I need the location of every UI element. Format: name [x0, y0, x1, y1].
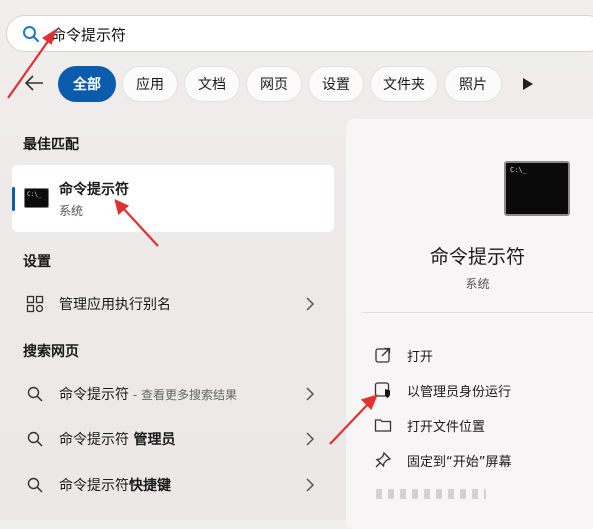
app-alias-settings-icon	[26, 295, 44, 313]
web-result-admin[interactable]: 命令提示符 管理员	[12, 419, 334, 459]
search-icon	[27, 431, 43, 447]
more-filters-icon[interactable]	[522, 77, 534, 91]
filter-chip-web[interactable]: 网页	[246, 66, 302, 102]
search-input[interactable]: 命令提示符	[51, 24, 126, 45]
details-subtitle: 系统	[465, 277, 490, 291]
web-result-bold: 快捷键	[129, 478, 171, 494]
details-pane: C:\_ 命令提示符 系统 打开 以管理员身份运行 打开文件位置 固定到“开始”…	[346, 119, 593, 529]
cut-off-action	[376, 489, 486, 499]
settings-heading: 设置	[23, 254, 51, 270]
open-external-icon	[375, 347, 391, 363]
web-search-heading: 搜索网页	[23, 344, 79, 360]
web-result-more[interactable]: 命令提示符 - 查看更多搜索结果	[12, 374, 334, 414]
details-divider	[362, 312, 593, 313]
filter-chip-apps[interactable]: 应用	[122, 66, 178, 102]
chevron-right-icon	[306, 432, 315, 446]
web-result-shortcut[interactable]: 命令提示符快捷键	[12, 465, 334, 505]
shield-admin-icon	[374, 382, 390, 398]
search-bar[interactable]: 命令提示符	[6, 15, 593, 52]
filter-chip-settings[interactable]: 设置	[308, 66, 364, 102]
action-label: 打开	[407, 350, 434, 365]
best-match-title: 命令提示符	[59, 182, 129, 198]
action-label: 打开文件位置	[407, 420, 486, 435]
web-result-label: 命令提示符 - 查看更多搜索结果	[59, 387, 237, 403]
details-title: 命令提示符	[429, 246, 525, 268]
action-label: 以管理员身份运行	[407, 385, 512, 400]
best-match-subtitle: 系统	[59, 204, 84, 218]
action-label: 固定到“开始”屏幕	[407, 455, 512, 470]
back-arrow-icon[interactable]	[23, 72, 45, 94]
command-prompt-app-icon: C:\_	[24, 188, 49, 208]
pin-icon	[375, 451, 392, 468]
web-result-label: 命令提示符 管理员	[59, 432, 176, 448]
search-icon	[27, 386, 43, 402]
best-match-card[interactable]: C:\_ 命令提示符 系统	[12, 165, 334, 232]
filter-chip-photos[interactable]: 照片	[444, 66, 502, 102]
filter-chip-folders[interactable]: 文件夹	[370, 66, 438, 102]
folder-icon	[374, 419, 392, 432]
settings-item-label: 管理应用执行别名	[59, 297, 171, 313]
chevron-right-icon	[306, 387, 315, 401]
action-open[interactable]: 打开	[374, 340, 593, 370]
search-icon	[23, 26, 40, 43]
filter-chip-documents[interactable]: 文档	[184, 66, 240, 102]
filter-chip-all[interactable]: 全部	[58, 66, 116, 102]
search-icon	[27, 477, 43, 493]
command-prompt-large-icon: C:\_	[504, 161, 570, 216]
chevron-right-icon	[306, 297, 315, 311]
filter-row: 全部 应用 文档 网页 设置 文件夹 照片	[0, 66, 593, 104]
web-result-hint: - 查看更多搜索结果	[129, 388, 237, 402]
action-open-file-location[interactable]: 打开文件位置	[374, 410, 593, 440]
web-result-bold: 管理员	[133, 432, 176, 448]
chevron-right-icon	[306, 478, 315, 492]
selection-indicator	[12, 187, 15, 211]
action-run-as-admin[interactable]: 以管理员身份运行	[374, 375, 593, 405]
web-result-label: 命令提示符快捷键	[59, 478, 171, 494]
action-pin-to-start[interactable]: 固定到“开始”屏幕	[374, 445, 593, 475]
best-match-heading: 最佳匹配	[23, 137, 79, 153]
